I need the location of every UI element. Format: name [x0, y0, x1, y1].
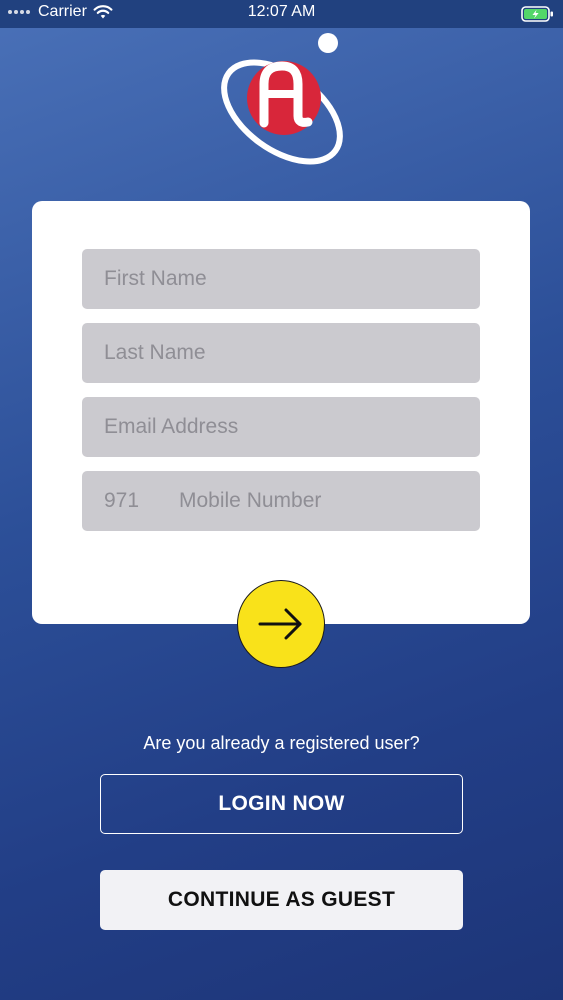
- country-code[interactable]: 971: [104, 489, 139, 513]
- first-name-field[interactable]: First Name: [82, 249, 480, 309]
- battery-charging-icon: [521, 6, 553, 22]
- login-now-button[interactable]: LOGIN NOW: [100, 774, 463, 834]
- last-name-placeholder: Last Name: [104, 341, 206, 364]
- email-placeholder: Email Address: [104, 415, 239, 438]
- email-field[interactable]: Email Address: [82, 397, 480, 457]
- mobile-field[interactable]: 971 Mobile Number: [82, 471, 480, 531]
- last-name-field[interactable]: Last Name: [82, 323, 480, 383]
- status-bar: Carrier 12:07 AM: [0, 0, 563, 28]
- arrow-right-icon: [258, 608, 302, 640]
- continue-as-guest-button[interactable]: CONTINUE AS GUEST: [100, 870, 463, 930]
- registration-card: First Name Last Name Email Address 971 M…: [32, 201, 530, 624]
- registered-user-question: Are you already a registered user?: [143, 733, 420, 753]
- first-name-placeholder: First Name: [104, 267, 207, 290]
- mobile-placeholder: Mobile Number: [179, 489, 322, 512]
- status-time: 12:07 AM: [247, 3, 316, 20]
- submit-arrow-button[interactable]: [237, 580, 325, 668]
- continue-as-guest-label: CONTINUE AS GUEST: [167, 888, 396, 911]
- login-now-label: LOGIN NOW: [218, 792, 345, 815]
- app-logo: [221, 33, 343, 165]
